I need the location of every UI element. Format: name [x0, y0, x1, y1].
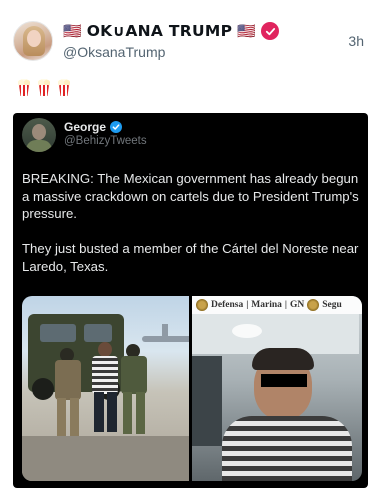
quoted-paragraph: They just busted a member of the Cártel … [22, 241, 359, 274]
ribbon-label: Marina [251, 300, 282, 310]
quoted-post-text: BREAKING: The Mexican government has alr… [22, 170, 362, 293]
verified-badge-icon [110, 121, 123, 133]
seal-icon [196, 299, 208, 311]
verified-badge-icon [261, 22, 279, 40]
quoted-author-name-row[interactable]: George [64, 120, 123, 134]
popcorn-icon [57, 79, 71, 96]
popcorn-icon [37, 79, 51, 96]
quoted-author-avatar[interactable] [22, 118, 56, 152]
post: 🇺🇸 OK∪ANA TRUMP 🇺🇸 @OksanaTrump 3h Georg… [0, 0, 382, 500]
post-text [17, 79, 71, 96]
seal-icon [307, 299, 320, 311]
author-display-name[interactable]: OK∪ANA TRUMP [87, 22, 233, 40]
government-logo-ribbon: Defensa | Marina | GN Segu [192, 296, 362, 314]
ribbon-label: Defensa [211, 300, 244, 310]
ribbon-label: GN [290, 300, 305, 310]
us-flag-icon: 🇺🇸 [63, 21, 82, 40]
quoted-author-handle[interactable]: @BehizyTweets [64, 135, 147, 147]
popcorn-icon [17, 79, 31, 96]
quoted-author-name[interactable]: George [64, 120, 106, 134]
us-flag-icon: 🇺🇸 [237, 21, 256, 40]
ribbon-label: Segu [322, 300, 342, 310]
censor-bar [261, 374, 307, 387]
soldiers-arrest-photo[interactable] [22, 296, 189, 481]
author-avatar[interactable] [13, 21, 53, 61]
quoted-post[interactable]: George @BehizyTweets BREAKING: The Mexic… [13, 113, 368, 488]
quoted-media[interactable]: Defensa | Marina | GN Segu [22, 296, 362, 481]
author-handle[interactable]: @OksanaTrump [63, 44, 165, 60]
avatar-face [27, 30, 41, 47]
author-name-row[interactable]: 🇺🇸 OK∪ANA TRUMP 🇺🇸 [63, 20, 279, 42]
quoted-paragraph: BREAKING: The Mexican government has alr… [22, 171, 359, 221]
post-timestamp[interactable]: 3h [348, 33, 364, 49]
detained-man-in-vehicle-photo[interactable]: Defensa | Marina | GN Segu [192, 296, 362, 481]
